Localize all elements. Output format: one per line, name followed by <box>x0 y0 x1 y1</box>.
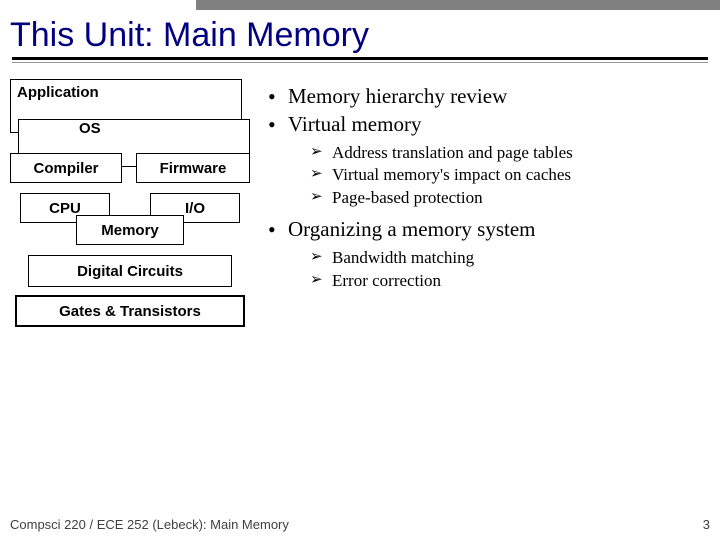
bullet-2-sub-2: Virtual memory's impact on caches <box>288 164 710 187</box>
label-os: OS <box>79 120 101 137</box>
bullet-1: Memory hierarchy review <box>266 83 710 109</box>
label-gates-transistors: Gates & Transistors <box>59 303 201 320</box>
content-area: Application OS Compiler Firmware CPU I/O <box>0 69 720 327</box>
bullet-2-text: Virtual memory <box>288 112 421 136</box>
top-gray-bar <box>196 0 720 10</box>
slide-title: This Unit: Main Memory <box>0 10 720 57</box>
label-cpu: CPU <box>49 200 81 217</box>
box-gates-transistors: Gates & Transistors <box>15 295 245 327</box>
bullet-3-text: Organizing a memory system <box>288 217 535 241</box>
bullet-3-sub-2: Error correction <box>288 270 710 293</box>
box-digital-circuits: Digital Circuits <box>28 255 232 287</box>
box-firmware: Firmware <box>136 153 250 183</box>
layer-stack: Application OS Compiler Firmware CPU I/O <box>10 77 252 327</box>
slide-footer: Compsci 220 / ECE 252 (Lebeck): Main Mem… <box>10 517 710 532</box>
bullet-3-sub-1: Bandwidth matching <box>288 247 710 270</box>
bullet-3: Organizing a memory system Bandwidth mat… <box>266 216 710 292</box>
box-memory: Memory <box>76 215 184 245</box>
bullet-2-sub-1: Address translation and page tables <box>288 142 710 165</box>
bullet-2: Virtual memory Address translation and p… <box>266 111 710 210</box>
box-compiler: Compiler <box>10 153 122 183</box>
bullet-list: Memory hierarchy review Virtual memory A… <box>266 77 710 327</box>
footer-left: Compsci 220 / ECE 252 (Lebeck): Main Mem… <box>10 517 289 532</box>
title-underline <box>10 57 710 69</box>
bullet-2-sub-3: Page-based protection <box>288 187 710 210</box>
label-digital-circuits: Digital Circuits <box>77 263 183 280</box>
label-compiler: Compiler <box>33 160 98 177</box>
label-firmware: Firmware <box>160 160 227 177</box>
label-memory: Memory <box>101 222 159 239</box>
footer-right: 3 <box>703 517 710 532</box>
label-io: I/O <box>185 200 205 217</box>
label-application: Application <box>17 84 99 101</box>
